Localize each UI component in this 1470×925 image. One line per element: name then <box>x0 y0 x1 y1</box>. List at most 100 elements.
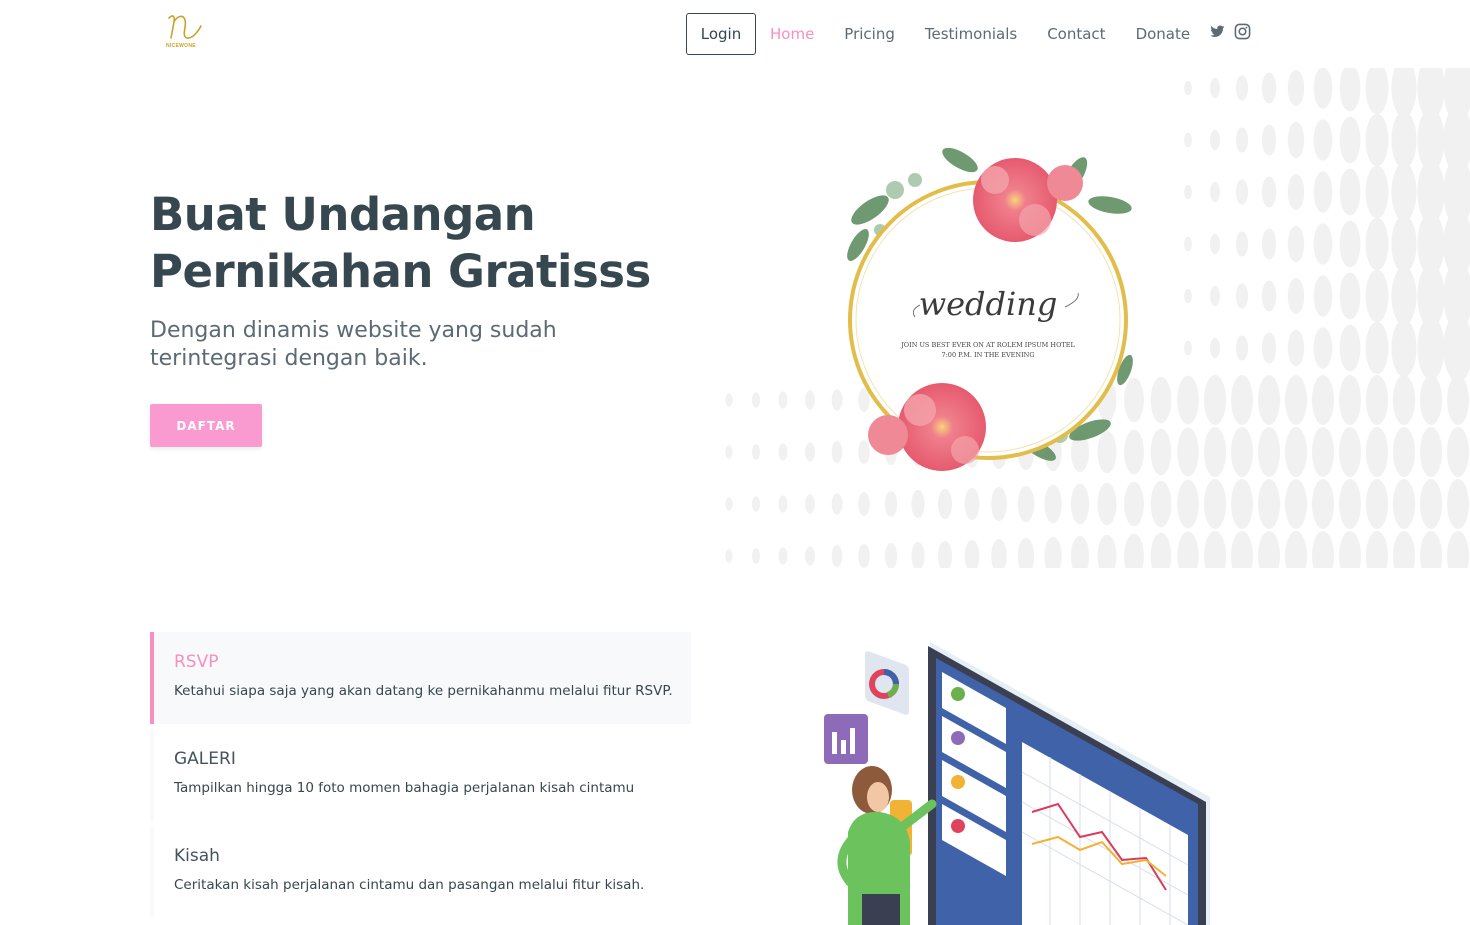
pattern-dot <box>1447 427 1469 477</box>
wedding-card-illustration: wedding JOIN US BEST EVER ON AT ROLEM IP… <box>847 147 1133 471</box>
pattern-dot <box>1393 531 1415 568</box>
pattern-dot <box>1391 215 1417 273</box>
nav-link-home[interactable]: Home <box>770 25 814 43</box>
pattern-dot <box>884 491 898 517</box>
daftar-button[interactable]: DAFTAR <box>150 404 262 447</box>
nav-link-testimonials[interactable]: Testimonials <box>925 25 1017 43</box>
pattern-dot <box>1313 275 1333 317</box>
pattern-dot <box>1365 321 1389 375</box>
pattern-dot <box>858 544 870 568</box>
feature-galeri[interactable]: GALERI Tampilkan hingga 10 foto momen ba… <box>150 729 691 821</box>
logo-mark-icon <box>168 15 202 39</box>
pattern-dot <box>1150 376 1172 424</box>
pattern-dot <box>1365 269 1389 323</box>
pattern-dot <box>1258 531 1280 568</box>
feature-kisah[interactable]: Kisah Ceritakan kisah perjalanan cintamu… <box>150 826 691 918</box>
pattern-dot <box>1313 171 1333 213</box>
pattern-dot <box>1184 184 1192 200</box>
nav-link-pricing[interactable]: Pricing <box>844 25 895 43</box>
pattern-dot <box>1391 111 1417 169</box>
pattern-dot <box>1150 428 1172 476</box>
pattern-dot <box>778 547 788 565</box>
pattern-dot <box>831 545 843 567</box>
pattern-dot <box>1287 225 1305 263</box>
pattern-dot <box>1235 335 1249 361</box>
pattern-dot <box>1258 375 1280 425</box>
pattern-dot <box>778 391 788 409</box>
pattern-dot <box>751 496 761 512</box>
pattern-dot <box>1044 484 1062 524</box>
pattern-dot <box>1184 288 1192 304</box>
pattern-dot <box>1285 427 1307 477</box>
pattern-dot <box>1210 78 1220 98</box>
pattern-dot <box>938 489 952 519</box>
pattern-dot <box>1339 375 1361 425</box>
pattern-dot <box>1312 531 1334 568</box>
nav-link-donate[interactable]: Donate <box>1136 25 1191 43</box>
login-button[interactable]: Login <box>686 13 756 55</box>
pattern-dot <box>1017 485 1035 523</box>
pattern-dot <box>1393 427 1415 477</box>
pattern-dot <box>1287 277 1305 315</box>
pattern-dot <box>1339 220 1361 268</box>
pattern-dot <box>751 444 761 460</box>
pattern-dot <box>805 494 815 514</box>
nav-link-contact[interactable]: Contact <box>1047 25 1105 43</box>
twitter-icon[interactable] <box>1210 25 1225 43</box>
pattern-dot <box>1097 534 1117 568</box>
pattern-dot <box>1365 165 1389 219</box>
pattern-dot <box>1339 531 1361 568</box>
feature-desc: Ketahui siapa saja yang akan datang ke p… <box>174 683 673 699</box>
pattern-dot <box>1366 375 1388 425</box>
pattern-dot <box>1150 480 1172 528</box>
pattern-dot <box>1366 531 1388 568</box>
hero-title-line1: Buat Undangan <box>150 188 536 241</box>
pattern-dot <box>1447 531 1469 568</box>
pattern-dot <box>1393 479 1415 529</box>
pattern-dot <box>1339 168 1361 216</box>
pattern-dot <box>1261 280 1277 312</box>
pattern-dot <box>1287 69 1305 107</box>
pattern-dot <box>1365 217 1389 271</box>
pattern-dot <box>778 495 788 513</box>
card-line-2: 7:00 P.M. IN THE EVENING <box>941 351 1034 359</box>
pattern-dot <box>1204 479 1226 529</box>
pattern-dot <box>1150 532 1172 568</box>
main-nav: Login Home Pricing Testimonials Contact … <box>686 12 1251 56</box>
pattern-dot <box>964 539 980 568</box>
hero-title-line2: Pernikahan Gratisss <box>150 245 651 298</box>
pattern-dot <box>1313 119 1333 161</box>
pattern-dot <box>1287 329 1305 367</box>
pattern-dot <box>1261 228 1277 260</box>
pattern-dot <box>1365 68 1389 115</box>
pattern-dot <box>1313 68 1333 109</box>
pattern-dot <box>1339 479 1361 529</box>
instagram-icon[interactable] <box>1234 23 1251 45</box>
pattern-dot <box>1339 68 1361 112</box>
brand-logo[interactable]: NICEWONE <box>163 12 207 52</box>
pattern-dot <box>1210 234 1220 254</box>
pattern-dot <box>725 393 733 407</box>
pattern-dot <box>1235 127 1249 153</box>
pattern-dot <box>1184 236 1192 252</box>
pattern-dot <box>1285 479 1307 529</box>
pattern-dot <box>1124 481 1144 527</box>
feature-rsvp[interactable]: RSVP Ketahui siapa saja yang akan datang… <box>150 632 691 724</box>
pattern-dot <box>1365 113 1389 167</box>
pattern-dot <box>1420 427 1442 477</box>
pattern-dot <box>1285 531 1307 568</box>
pattern-dot <box>1261 332 1277 364</box>
pattern-dot <box>725 445 733 459</box>
hero-subtitle: Dengan dinamis website yang sudah terint… <box>150 318 557 371</box>
pattern-dot <box>1231 427 1253 477</box>
pattern-dot <box>1313 223 1333 265</box>
feature-title: Kisah <box>174 846 220 866</box>
pattern-dot <box>1070 483 1090 525</box>
pattern-dot <box>1391 319 1417 377</box>
pattern-dot <box>1447 479 1469 529</box>
feature-desc: Tampilkan hingga 10 foto momen bahagia p… <box>174 780 635 796</box>
pattern-dot <box>1287 173 1305 211</box>
pattern-dot <box>1235 231 1249 257</box>
pattern-dot <box>1339 427 1361 477</box>
pattern-dot <box>1258 427 1280 477</box>
